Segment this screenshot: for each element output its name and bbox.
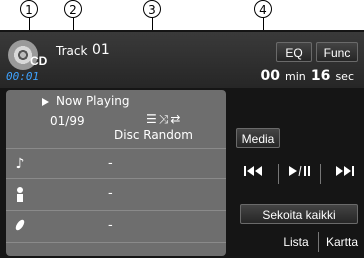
track-label: Track — [56, 44, 88, 58]
elapsed-minutes: 00 — [260, 68, 280, 84]
play-indicator-icon — [42, 98, 49, 106]
play-pause-button[interactable] — [282, 164, 318, 184]
elapsed-seconds: 16 — [310, 68, 331, 84]
divider — [318, 232, 319, 252]
divider — [278, 164, 279, 184]
now-playing-panel: Now Playing 01/99 ☰⤨⇄ Disc Random ♪ - - … — [6, 90, 226, 256]
callout-2: 2 — [64, 0, 82, 18]
previous-icon — [244, 166, 262, 176]
list-icon: ☰ — [146, 112, 159, 126]
random-repeat-icons: ☰⤨⇄ — [146, 112, 182, 127]
album-value: - — [108, 218, 113, 233]
elapsed-time: 00 min 16 sec — [260, 65, 354, 84]
shuffle-all-button[interactable]: Sekoita kaikki — [240, 204, 358, 224]
callout-1: 1 — [20, 0, 38, 18]
repeat-icon: ⇄ — [170, 112, 183, 126]
next-icon — [336, 166, 354, 176]
shuffle-icon: ⤨ — [158, 112, 171, 126]
func-button[interactable]: Func — [316, 42, 358, 62]
map-button[interactable]: Kartta — [322, 232, 362, 252]
track-number: 01 — [92, 42, 110, 58]
random-mode-label: Disc Random — [114, 128, 193, 142]
track-counter: 01/99 — [50, 114, 85, 128]
music-note-icon: ♪ — [15, 156, 25, 172]
artist-icon — [12, 186, 28, 202]
artist-value: - — [108, 186, 113, 201]
track-title-value: - — [108, 156, 113, 171]
callout-3: 3 — [143, 0, 161, 18]
row-divider — [6, 210, 226, 211]
minutes-unit: min — [285, 70, 306, 83]
media-button[interactable]: Media — [236, 128, 280, 148]
divider — [320, 164, 321, 184]
next-track-button[interactable] — [324, 164, 364, 184]
source-label: CD — [30, 54, 48, 68]
previous-track-button[interactable] — [234, 164, 274, 184]
callout-4: 4 — [254, 0, 272, 18]
now-playing-title: Now Playing — [56, 94, 130, 108]
row-divider — [6, 148, 226, 149]
list-button[interactable]: Lista — [278, 232, 314, 252]
eq-button[interactable]: EQ — [276, 42, 312, 62]
elapsed-time-small: 00:01 — [6, 70, 40, 83]
play-pause-icon — [289, 165, 310, 177]
row-divider — [6, 242, 226, 243]
row-divider — [6, 178, 226, 179]
album-icon — [12, 218, 28, 234]
seconds-unit: sec — [335, 70, 354, 83]
screen: CD 00:01 Track 01 EQ Func 00 min 16 sec … — [0, 30, 364, 258]
